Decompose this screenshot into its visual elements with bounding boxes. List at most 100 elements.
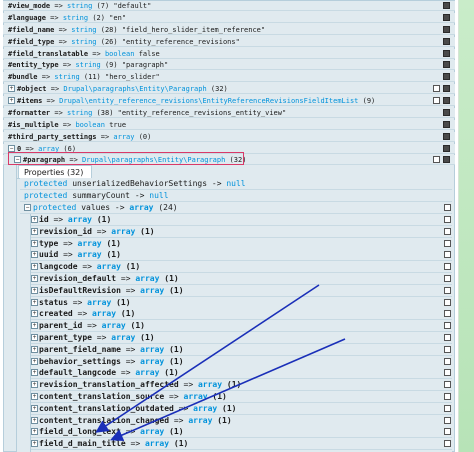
popout-icon[interactable] — [444, 428, 451, 436]
access-path-icon[interactable] — [443, 145, 450, 152]
values-item-row[interactable]: + parent_type => array (1) — [31, 332, 452, 344]
expand-icon[interactable]: + — [31, 251, 38, 259]
popout-icon[interactable] — [444, 239, 451, 247]
dump-row[interactable]: + #items => Drupal\entity_reference_revis… — [3, 96, 455, 106]
dump-row[interactable]: #formatter => string (38) "entity_refere… — [3, 108, 455, 118]
expand-icon[interactable]: + — [31, 428, 38, 436]
expand-icon[interactable]: + — [8, 85, 15, 92]
values-item-row[interactable]: + created => array (1) — [31, 308, 452, 321]
dump-row[interactable]: #third_party_settings => array (0) — [3, 132, 455, 142]
dump-row[interactable]: #field_name => string (28) "field_hero_s… — [3, 25, 455, 35]
value-key: created — [39, 309, 73, 319]
values-item-row[interactable]: + content_translation_outdated => array (… — [31, 402, 452, 415]
values-item-row[interactable]: + field_d_main_title => array (1) — [31, 438, 452, 451]
access-path-icon[interactable] — [443, 156, 450, 163]
access-path-icon[interactable] — [443, 2, 450, 9]
values-item-row[interactable]: + field_d_long_text => array (1) — [31, 426, 452, 439]
access-path-icon[interactable] — [443, 61, 450, 68]
access-path-icon[interactable] — [443, 38, 450, 45]
expand-icon[interactable]: + — [31, 416, 38, 424]
property-row[interactable]: − protected values -> array (24) — [20, 202, 452, 214]
access-path-icon[interactable] — [443, 109, 450, 116]
expand-icon[interactable]: + — [31, 298, 38, 306]
values-item-row[interactable]: + default_langcode => array (1) — [31, 367, 452, 380]
popout-icon[interactable] — [444, 204, 451, 211]
tab-properties[interactable]: Properties (32) — [18, 165, 92, 179]
values-item-row[interactable]: + revision_translation_affected => array … — [31, 379, 452, 392]
popout-icon[interactable] — [433, 97, 440, 104]
row-arrow: => — [58, 26, 68, 34]
popout-icon[interactable] — [444, 263, 451, 271]
property-row[interactable]: protected summaryCount -> null — [20, 190, 452, 202]
values-item-row[interactable]: + revision_id => array (1) — [31, 225, 452, 238]
dump-row[interactable]: #field_translatable => boolean false — [3, 49, 455, 59]
popout-icon[interactable] — [444, 381, 451, 389]
access-path-icon[interactable] — [443, 26, 450, 33]
popout-icon[interactable] — [433, 85, 440, 92]
values-item-row[interactable]: + langcode => array (1) — [31, 261, 452, 274]
expand-icon[interactable]: + — [31, 322, 38, 330]
access-path-icon[interactable] — [443, 73, 450, 80]
collapse-icon[interactable]: − — [8, 145, 15, 152]
expand-icon[interactable]: + — [31, 216, 38, 223]
access-path-icon[interactable] — [443, 50, 450, 57]
popout-icon[interactable] — [444, 227, 451, 235]
collapse-icon[interactable]: − — [24, 204, 31, 211]
expand-icon[interactable]: + — [31, 263, 38, 271]
popout-icon[interactable] — [444, 275, 451, 282]
popout-icon[interactable] — [444, 298, 451, 306]
expand-icon[interactable]: + — [8, 97, 15, 104]
expand-icon[interactable]: + — [31, 334, 38, 341]
dump-row[interactable]: #field_type => string (26) "entity_refer… — [3, 37, 455, 47]
popout-icon[interactable] — [444, 404, 451, 412]
expand-icon[interactable]: + — [31, 393, 38, 400]
access-path-icon[interactable] — [443, 97, 450, 104]
access-path-icon[interactable] — [443, 133, 450, 140]
access-path-icon[interactable] — [443, 121, 450, 128]
expand-icon[interactable]: + — [31, 275, 38, 282]
access-path-icon[interactable] — [443, 14, 450, 21]
popout-icon[interactable] — [444, 322, 451, 330]
values-item-row[interactable]: + content_translation_source => array (1) — [31, 391, 452, 403]
popout-icon[interactable] — [444, 310, 451, 318]
values-item-row[interactable]: + uuid => array (1) — [31, 249, 452, 262]
popout-icon[interactable] — [444, 251, 451, 259]
expand-icon[interactable]: + — [31, 310, 38, 318]
expand-icon[interactable]: + — [31, 239, 38, 247]
dump-row[interactable]: #entity_type => string (9) "paragraph" — [3, 60, 455, 70]
popout-icon[interactable] — [444, 216, 451, 223]
values-item-row[interactable]: + id => array (1) — [31, 214, 452, 226]
popout-icon[interactable] — [444, 369, 451, 377]
popout-icon[interactable] — [444, 286, 451, 294]
popout-icon[interactable] — [444, 357, 451, 365]
expand-icon[interactable]: + — [31, 227, 38, 235]
dump-row[interactable]: #bundle => string (11) "hero_slider" — [3, 72, 455, 82]
popout-icon[interactable] — [433, 156, 440, 163]
property-row[interactable]: protected unserializedBehaviorSettings -… — [20, 178, 452, 190]
expand-icon[interactable]: + — [31, 381, 38, 389]
popout-icon[interactable] — [444, 393, 451, 400]
expand-icon[interactable]: + — [31, 286, 38, 294]
values-item-row[interactable]: + behavior_settings => array (1) — [31, 355, 452, 368]
values-item-row[interactable]: + parent_field_name => array (1) — [31, 343, 452, 356]
expand-icon[interactable]: + — [31, 404, 38, 412]
expand-icon[interactable]: + — [31, 369, 38, 377]
values-item-row[interactable]: + type => array (1) — [31, 237, 452, 250]
dump-row[interactable]: #language => string (2) "en" — [3, 13, 455, 23]
popout-icon[interactable] — [444, 334, 451, 341]
values-item-row[interactable]: + isDefaultRevision => array (1) — [31, 284, 452, 297]
dump-row[interactable]: + #object => Drupal\paragraphs\Entity\Par… — [3, 84, 455, 94]
values-item-row[interactable]: + content_translation_changed => array (1… — [31, 414, 452, 427]
expand-icon[interactable]: + — [31, 345, 38, 353]
popout-icon[interactable] — [444, 440, 451, 448]
popout-icon[interactable] — [444, 345, 451, 353]
values-item-row[interactable]: + parent_id => array (1) — [31, 320, 452, 333]
dump-row[interactable]: #view_mode => string (7) "default" — [3, 1, 455, 11]
expand-icon[interactable]: + — [31, 440, 38, 448]
expand-icon[interactable]: + — [31, 357, 38, 365]
values-item-row[interactable]: + revision_default => array (1) — [31, 273, 452, 285]
access-path-icon[interactable] — [443, 85, 450, 92]
dump-row[interactable]: #is_multiple => boolean true — [3, 120, 455, 130]
popout-icon[interactable] — [444, 416, 451, 424]
values-item-row[interactable]: + status => array (1) — [31, 296, 452, 309]
